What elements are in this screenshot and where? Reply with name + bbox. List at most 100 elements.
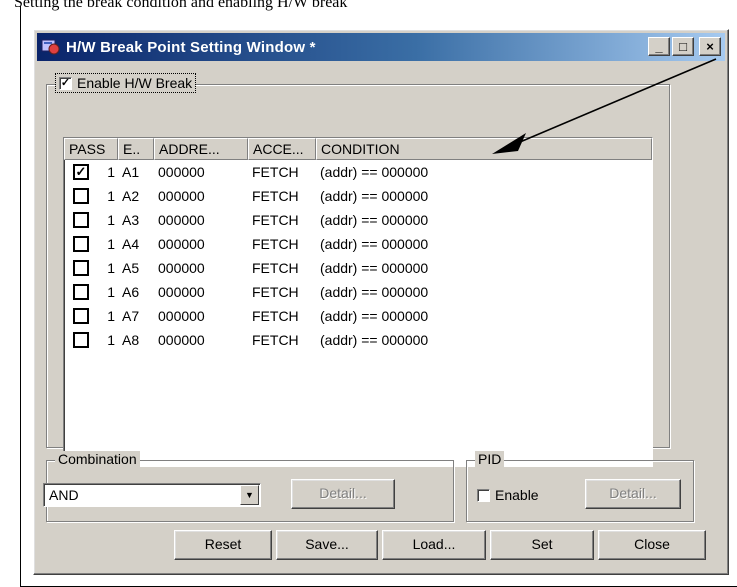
pass-count: 1 [107, 260, 115, 276]
chevron-down-icon[interactable]: ▼ [240, 485, 259, 505]
pid-group: PID Enable Detail... [466, 451, 694, 522]
column-header-pass[interactable]: PASS [64, 138, 118, 160]
title-buttons: _ □ × [648, 37, 721, 56]
pass-count: 1 [107, 188, 115, 204]
access-cell: FETCH [252, 308, 299, 324]
address-cell: 000000 [158, 260, 205, 276]
condition-cell: (addr) == 000000 [320, 260, 429, 276]
window-title: H/W Break Point Setting Window * [66, 38, 316, 56]
enable-hw-break-checkbox[interactable]: ✓ Enable H/W Break [55, 73, 197, 93]
list-header: PASS E.. ADDRE... ACCE... CONDITION [64, 138, 652, 160]
save-button[interactable]: Save... [276, 530, 378, 560]
pass-count: 1 [107, 164, 115, 180]
list-rows: ✓ 1 A1 000000 FETCH (addr) == 000000 1 A… [64, 160, 652, 352]
event-cell: A5 [122, 260, 140, 276]
event-cell: A7 [122, 308, 140, 324]
address-cell: 000000 [158, 236, 205, 252]
table-row[interactable]: ✓ 1 A1 000000 FETCH (addr) == 000000 [64, 160, 652, 184]
pass-count: 1 [107, 212, 115, 228]
pid-enable-label: Enable [495, 487, 539, 503]
enable-hw-break-label: Enable H/W Break [77, 75, 193, 91]
row-checkbox[interactable] [73, 212, 89, 228]
condition-cell: (addr) == 000000 [320, 188, 429, 204]
column-header-event[interactable]: E.. [118, 138, 154, 160]
title-bar[interactable]: H/W Break Point Setting Window * _ □ × [37, 33, 725, 61]
maximize-button[interactable]: □ [672, 37, 694, 56]
break-event-list[interactable]: PASS E.. ADDRE... ACCE... CONDITION ✓ 1 … [63, 137, 653, 467]
pass-cell: 1 [64, 188, 118, 204]
checkbox-box[interactable]: ✓ [59, 76, 72, 90]
event-cell: A2 [122, 188, 140, 204]
combination-group: Combination AND ▼ Detail... [43, 451, 454, 522]
event-cell: A1 [122, 164, 140, 180]
row-checkbox[interactable] [73, 284, 89, 300]
table-row[interactable]: 1 A6 000000 FETCH (addr) == 000000 [64, 280, 652, 304]
pass-cell: 1 [64, 260, 118, 276]
condition-cell: (addr) == 000000 [320, 284, 429, 300]
pid-detail-button[interactable]: Detail... [585, 479, 681, 509]
pass-count: 1 [107, 236, 115, 252]
row-checkbox[interactable]: ✓ [73, 164, 89, 180]
column-header-address[interactable]: ADDRE... [154, 138, 248, 160]
load-button[interactable]: Load... [382, 530, 486, 560]
pass-cell: 1 [64, 332, 118, 348]
pass-count: 1 [107, 284, 115, 300]
address-cell: 000000 [158, 308, 205, 324]
combination-detail-button[interactable]: Detail... [291, 479, 395, 509]
hw-break-point-window: H/W Break Point Setting Window * _ □ × ✓… [33, 29, 729, 575]
condition-cell: (addr) == 000000 [320, 212, 429, 228]
pass-cell: ✓ 1 [64, 164, 118, 180]
pid-enable-checkbox[interactable]: Enable [477, 487, 539, 503]
row-checkbox[interactable] [73, 188, 89, 204]
access-cell: FETCH [252, 260, 299, 276]
condition-cell: (addr) == 000000 [320, 308, 429, 324]
event-cell: A3 [122, 212, 140, 228]
app-icon [41, 39, 60, 55]
pass-count: 1 [107, 332, 115, 348]
pass-cell: 1 [64, 308, 118, 324]
event-cell: A6 [122, 284, 140, 300]
access-cell: FETCH [252, 188, 299, 204]
pid-label: PID [475, 451, 505, 467]
combination-select[interactable]: AND ▼ [43, 483, 261, 507]
table-row[interactable]: 1 A5 000000 FETCH (addr) == 000000 [64, 256, 652, 280]
close-button[interactable]: Close [598, 530, 706, 560]
hw-break-group: ✓ Enable H/W Break PASS E.. ADDRE... ACC… [46, 73, 670, 467]
event-cell: A8 [122, 332, 140, 348]
row-checkbox[interactable] [73, 236, 89, 252]
address-cell: 000000 [158, 164, 205, 180]
access-cell: FETCH [252, 284, 299, 300]
access-cell: FETCH [252, 164, 299, 180]
condition-cell: (addr) == 000000 [320, 164, 429, 180]
access-cell: FETCH [252, 212, 299, 228]
condition-cell: (addr) == 000000 [320, 332, 429, 348]
reset-button[interactable]: Reset [174, 530, 272, 560]
condition-cell: (addr) == 000000 [320, 236, 429, 252]
close-window-button[interactable]: × [699, 37, 721, 56]
row-checkbox[interactable] [73, 308, 89, 324]
pass-count: 1 [107, 308, 115, 324]
column-header-access[interactable]: ACCE... [248, 138, 316, 160]
set-button[interactable]: Set [490, 530, 594, 560]
access-cell: FETCH [252, 236, 299, 252]
combination-value: AND [49, 487, 79, 503]
table-row[interactable]: 1 A4 000000 FETCH (addr) == 000000 [64, 232, 652, 256]
table-row[interactable]: 1 A8 000000 FETCH (addr) == 000000 [64, 328, 652, 352]
table-row[interactable]: 1 A2 000000 FETCH (addr) == 000000 [64, 184, 652, 208]
pass-cell: 1 [64, 236, 118, 252]
access-cell: FETCH [252, 332, 299, 348]
event-cell: A4 [122, 236, 140, 252]
combination-label: Combination [55, 451, 140, 467]
address-cell: 000000 [158, 188, 205, 204]
pid-checkbox-box[interactable] [477, 488, 490, 502]
table-row[interactable]: 1 A3 000000 FETCH (addr) == 000000 [64, 208, 652, 232]
address-cell: 000000 [158, 332, 205, 348]
minimize-button[interactable]: _ [648, 37, 670, 56]
pass-cell: 1 [64, 284, 118, 300]
pass-cell: 1 [64, 212, 118, 228]
row-checkbox[interactable] [73, 332, 89, 348]
row-checkbox[interactable] [73, 260, 89, 276]
column-header-condition[interactable]: CONDITION [316, 138, 652, 160]
address-cell: 000000 [158, 212, 205, 228]
table-row[interactable]: 1 A7 000000 FETCH (addr) == 000000 [64, 304, 652, 328]
